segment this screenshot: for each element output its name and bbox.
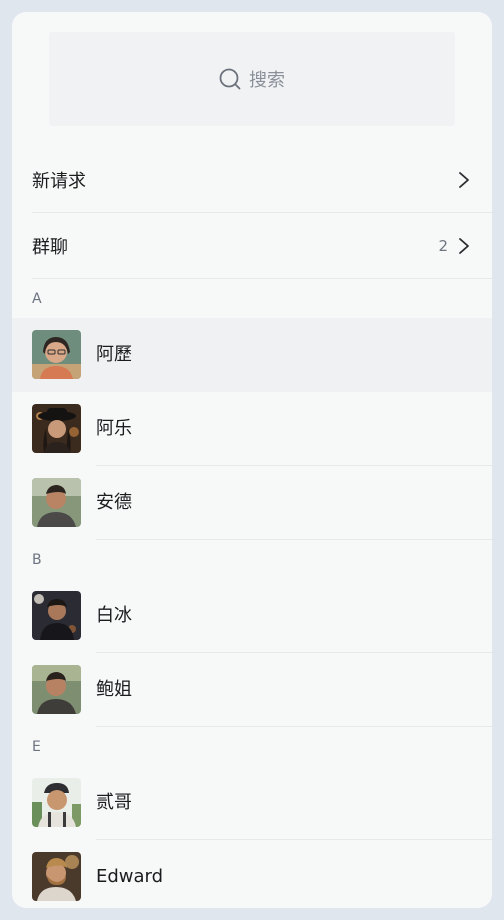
menu-label: 群聊 [32,236,68,258]
contact-row[interactable]: 阿乐 [12,392,492,466]
avatar [32,778,81,827]
search-icon [219,68,241,90]
contacts-screen: 搜索 新请求 群聊 2 A 阿歷 阿乐 安德 B 白冰 鲍姐 E 贰哥 Edwa… [12,12,492,908]
contact-name: 安德 [96,492,132,513]
menu-group-chats[interactable]: 群聊 2 [32,213,492,279]
avatar [32,591,81,640]
contact-row[interactable]: 阿歷 [12,318,492,392]
contact-name: 鲍姐 [96,679,132,700]
group-count-badge: 2 [438,236,448,255]
avatar [32,852,81,901]
contact-row[interactable]: 安德 [12,466,492,540]
chevron-right-icon [459,237,469,254]
search-bar[interactable]: 搜索 [49,32,455,126]
contact-name: 阿乐 [96,418,132,439]
contact-row[interactable]: 贰哥 [12,766,492,840]
contact-name: 阿歷 [96,344,132,365]
contact-name: 贰哥 [96,792,132,813]
avatar [32,330,81,379]
menu-new-requests[interactable]: 新请求 [32,147,492,213]
contact-name: Edward [96,866,164,887]
contact-row[interactable]: Edward [12,840,492,908]
section-header-a: A [32,291,42,307]
contact-name: 白冰 [96,605,132,626]
section-header-e: E [32,739,41,755]
contact-row[interactable]: 白冰 [12,579,492,653]
contact-row[interactable]: 鲍姐 [12,653,492,727]
avatar [32,665,81,714]
menu-label: 新请求 [32,170,86,192]
avatar [32,478,81,527]
search-placeholder: 搜索 [249,70,285,91]
avatar [32,404,81,453]
chevron-right-icon [459,171,469,188]
section-header-b: B [32,552,42,568]
